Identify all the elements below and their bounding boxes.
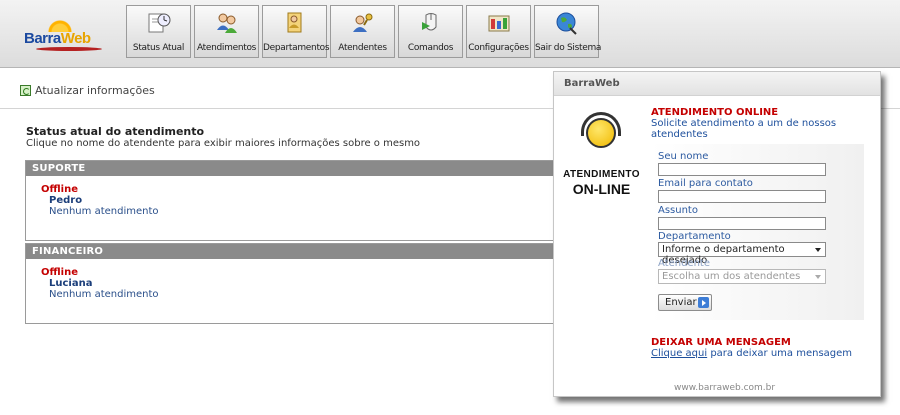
name-label: Seu nome	[658, 151, 709, 162]
nav-sair-button[interactable]: Sair do Sistema	[534, 5, 602, 58]
department-header: SUPORTE	[26, 161, 584, 176]
nav-label: Sair do Sistema	[535, 43, 602, 53]
status-subtitle: Clique no nome do atendente para exibir …	[26, 138, 421, 149]
arrow-right-icon	[698, 297, 709, 308]
top-bar: BarraWeb Status Atual Atendimentos Depar	[0, 0, 900, 68]
department-header: FINANCEIRO	[26, 244, 584, 259]
nav-label: Atendimentos	[196, 43, 257, 53]
status-title: Status atual do atendimento	[26, 125, 205, 138]
brand-logo[interactable]: BarraWeb	[22, 10, 106, 51]
subject-input[interactable]	[658, 217, 826, 230]
nav-label: Atendentes	[338, 43, 387, 53]
agent-name-link[interactable]: Luciana	[49, 278, 584, 289]
refresh-label: Atualizar informações	[35, 84, 155, 97]
refresh-icon	[20, 85, 31, 96]
brand-name: BarraWeb	[24, 30, 91, 47]
mouse-icon	[421, 13, 436, 31]
nav-atendimentos-button[interactable]: Atendimentos	[194, 5, 259, 58]
message-rest: para deixar uma mensagem	[707, 348, 853, 359]
main-nav: Status Atual Atendimentos Departamentos …	[126, 5, 602, 58]
agent-select[interactable]: Escolha um dos atendentes	[658, 269, 826, 284]
department-select[interactable]: Informe o departamento desejado	[658, 242, 826, 266]
footer-url[interactable]: www.barraweb.com.br	[674, 383, 775, 393]
sun-logo-icon	[40, 10, 80, 32]
subject-label: Assunto	[658, 205, 698, 216]
department-body: Offline Pedro Nenhum atendimento	[26, 176, 584, 240]
settings-icon	[488, 15, 509, 32]
agent-select-value: Escolha um dos atendentes	[662, 271, 801, 282]
message-heading: DEIXAR UMA MENSAGEM	[651, 337, 791, 348]
popup-titlebar[interactable]: BarraWeb	[554, 72, 880, 96]
online-heading: ATENDIMENTO ONLINE	[651, 107, 779, 118]
brand-part2: Web	[60, 30, 91, 47]
department-panel-suporte: SUPORTE Offline Pedro Nenhum atendimento	[25, 160, 585, 241]
smiley-icon	[586, 118, 616, 148]
refresh-link[interactable]: Atualizar informações	[20, 84, 155, 97]
org-icon	[287, 12, 301, 33]
user-key-icon	[352, 13, 372, 32]
chevron-down-icon	[815, 248, 821, 252]
department-panel-financeiro: FINANCEIRO Offline Luciana Nenhum atendi…	[25, 243, 585, 324]
nav-comandos-button[interactable]: Comandos	[398, 5, 463, 58]
nav-configuracoes-button[interactable]: Configurações	[466, 5, 531, 58]
online-subheading: Solicite atendimento a um de nossos aten…	[651, 118, 837, 140]
nav-status-atual-button[interactable]: Status Atual	[126, 5, 191, 58]
send-button[interactable]: Enviar	[658, 294, 712, 311]
nav-departamentos-button[interactable]: Departamentos	[262, 5, 330, 58]
agent-activity: Nenhum atendimento	[49, 206, 159, 217]
department-label: Departamento	[658, 231, 731, 242]
nav-label: Configurações	[468, 43, 529, 53]
message-line: Clique aqui para deixar uma mensagem	[651, 348, 852, 359]
contact-form: Seu nome Email para contato Assunto Depa…	[651, 144, 864, 320]
online-support-logo: ATENDIMENTO ON-LINE	[563, 106, 640, 212]
globe-icon	[556, 12, 577, 35]
status-badge: Offline	[41, 184, 78, 195]
chat-popup-window: BarraWeb ATENDIMENTO ON-LINE ATENDIMENTO…	[553, 71, 881, 397]
agent-activity: Nenhum atendimento	[49, 289, 159, 300]
nav-label: Status Atual	[132, 43, 185, 53]
chevron-down-icon	[815, 275, 821, 279]
nav-atendentes-button[interactable]: Atendentes	[330, 5, 395, 58]
message-link[interactable]: Clique aqui	[651, 348, 707, 359]
department-body: Offline Luciana Nenhum atendimento	[26, 259, 584, 323]
nav-label: Departamentos	[263, 43, 330, 53]
name-input[interactable]	[658, 163, 826, 176]
status-badge: Offline	[41, 267, 78, 278]
email-label: Email para contato	[658, 178, 753, 189]
brand-part1: Barra	[24, 30, 61, 47]
agent-label: Atendente	[658, 258, 710, 269]
nav-label: Comandos	[407, 43, 454, 53]
logo-line2: ON-LINE	[572, 181, 631, 197]
clock-doc-icon	[148, 13, 170, 33]
email-input[interactable]	[658, 190, 826, 203]
swoosh-icon	[36, 47, 102, 51]
users-icon	[216, 13, 237, 33]
send-label: Enviar	[665, 297, 697, 308]
agent-name-link[interactable]: Pedro	[49, 195, 584, 206]
logo-line1: ATENDIMENTO	[563, 169, 640, 180]
